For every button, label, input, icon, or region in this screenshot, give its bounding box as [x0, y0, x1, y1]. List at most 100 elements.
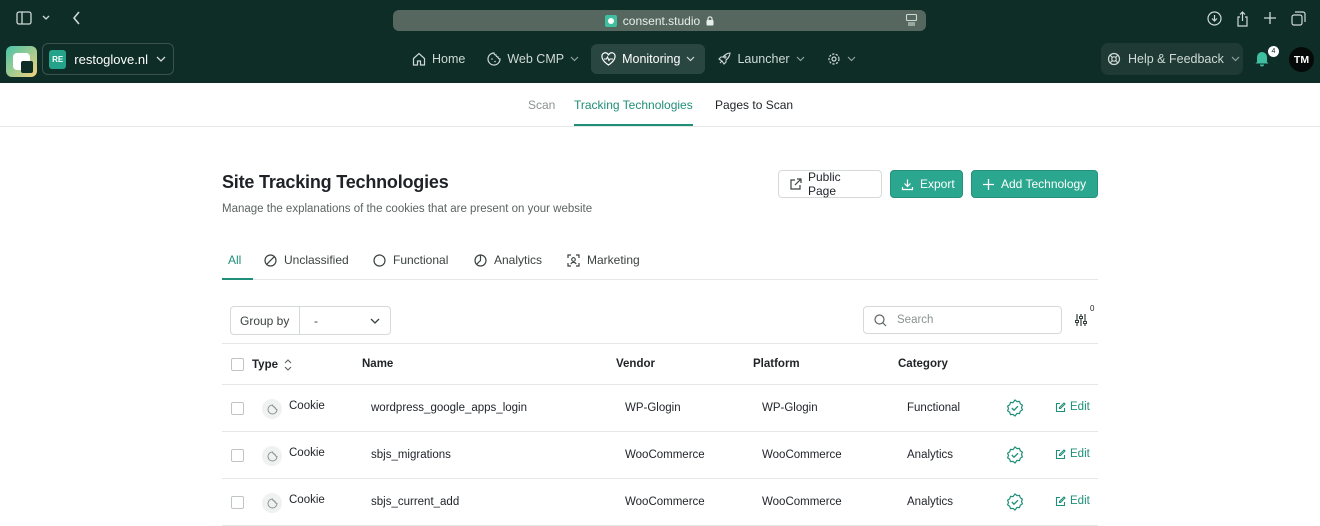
chevron-down-icon	[796, 56, 805, 62]
row-name: sbjs_migrations	[371, 449, 451, 461]
sidebar-toggle-icon[interactable]	[16, 11, 32, 25]
cookie-icon	[262, 493, 282, 513]
export-button[interactable]: Export	[890, 170, 963, 198]
edit-icon	[1055, 401, 1066, 412]
pie-chart-icon	[474, 253, 487, 267]
nav-monitoring[interactable]: Monitoring	[591, 44, 706, 74]
chevron-down-icon[interactable]	[42, 15, 50, 21]
add-technology-label: Add Technology	[1001, 177, 1087, 191]
nav-monitoring-label: Monitoring	[622, 52, 681, 66]
table-row: Cookie sbjs_migrations WooCommerce WooCo…	[222, 432, 1098, 479]
export-label: Export	[920, 177, 955, 191]
public-page-button[interactable]: Public Page	[778, 170, 882, 198]
filter-tab-all[interactable]: All	[221, 253, 255, 280]
nav-launcher-label: Launcher	[737, 52, 790, 66]
cookie-icon	[262, 399, 282, 419]
nav-home[interactable]: Home	[402, 44, 475, 74]
notification-count-badge: 4	[1268, 46, 1279, 57]
group-by-label: Group by	[231, 307, 300, 334]
select-all-checkbox[interactable]	[231, 358, 244, 371]
row-checkbox[interactable]	[231, 449, 244, 462]
page-subtitle: Manage the explanations of the cookies t…	[222, 203, 593, 215]
help-feedback-button[interactable]: Help & Feedback	[1101, 43, 1243, 75]
search-input[interactable]	[897, 314, 1047, 326]
table-row: Cookie wordpress_google_apps_login WP-Gl…	[222, 385, 1098, 432]
filter-tab-analytics[interactable]: Analytics	[474, 253, 542, 267]
circle-icon	[373, 253, 386, 267]
column-platform: Platform	[753, 358, 800, 370]
url-text: consent.studio	[622, 13, 701, 28]
edit-label: Edit	[1070, 495, 1090, 507]
edit-label: Edit	[1070, 401, 1090, 413]
column-vendor: Vendor	[616, 358, 655, 370]
browser-toolbar: consent.studio	[0, 0, 1320, 40]
subtab-pages-to-scan[interactable]: Pages to Scan	[715, 98, 793, 112]
row-category: Analytics	[907, 449, 954, 461]
row-checkbox[interactable]	[231, 496, 244, 509]
row-name: sbjs_current_add	[371, 496, 460, 508]
chevron-down-icon	[847, 56, 856, 62]
new-tab-icon[interactable]	[1263, 11, 1277, 27]
filter-tab-analytics-label: Analytics	[494, 253, 543, 267]
search-icon	[874, 313, 887, 327]
home-icon	[412, 52, 426, 66]
share-icon[interactable]	[1236, 11, 1249, 27]
column-type[interactable]: Type	[252, 358, 292, 372]
app-logo[interactable]	[6, 46, 37, 77]
row-type: Cookie	[289, 400, 325, 412]
scan-face-icon	[567, 253, 580, 267]
nav-web-cmp[interactable]: Web CMP	[477, 44, 589, 74]
heart-pulse-icon	[601, 52, 616, 66]
chevron-down-icon	[570, 56, 579, 62]
filter-settings-icon[interactable]	[1074, 313, 1088, 327]
filter-tab-functional-label: Functional	[393, 253, 449, 267]
filter-tab-marketing[interactable]: Marketing	[567, 253, 640, 267]
back-icon[interactable]	[72, 11, 81, 25]
sort-icon	[284, 358, 292, 372]
filter-tab-unclassified[interactable]: Unclassified	[264, 253, 349, 267]
verified-badge-icon	[1006, 446, 1024, 464]
tab-overview-icon[interactable]	[1291, 11, 1306, 27]
download-icon[interactable]	[1207, 11, 1222, 27]
monitoring-subtabs: Scan Tracking Technologies Pages to Scan	[0, 83, 1320, 127]
edit-button[interactable]: Edit	[1055, 401, 1090, 413]
filter-tab-unclassified-label: Unclassified	[284, 253, 349, 267]
group-by-value: -	[314, 313, 318, 328]
app-navbar: RE restoglove.nl Home Web CMP Monitoring…	[0, 40, 1320, 83]
column-name: Name	[362, 358, 394, 370]
page-title: Site Tracking Technologies	[222, 172, 449, 192]
edit-label: Edit	[1070, 448, 1090, 460]
group-by-select[interactable]: Group by -	[230, 306, 391, 335]
row-vendor: WooCommerce	[625, 496, 705, 508]
public-page-label: Public Page	[808, 170, 841, 198]
row-checkbox[interactable]	[231, 402, 244, 415]
row-type: Cookie	[289, 447, 325, 459]
filter-tab-functional[interactable]: Functional	[373, 253, 448, 267]
site-selector[interactable]: RE restoglove.nl	[42, 43, 174, 75]
subtab-scan[interactable]: Scan	[528, 98, 555, 112]
avatar[interactable]: TM	[1289, 47, 1314, 72]
edit-button[interactable]: Edit	[1055, 448, 1090, 460]
filter-tab-all-label: All	[228, 253, 242, 267]
chevron-down-icon	[156, 56, 166, 62]
row-category: Functional	[907, 402, 961, 414]
external-link-icon	[789, 177, 802, 191]
row-type: Cookie	[289, 494, 325, 506]
reader-icon[interactable]	[905, 13, 918, 26]
site-favicon-icon	[604, 14, 617, 27]
edit-button[interactable]: Edit	[1055, 495, 1090, 507]
cookie-icon	[262, 446, 282, 466]
gear-icon	[827, 52, 841, 66]
nav-settings[interactable]	[817, 44, 866, 74]
plus-icon	[982, 178, 995, 191]
address-bar[interactable]: consent.studio	[393, 10, 926, 31]
help-feedback-label: Help & Feedback	[1128, 52, 1224, 66]
add-technology-button[interactable]: Add Technology	[971, 170, 1098, 198]
nav-launcher[interactable]: Launcher	[707, 44, 814, 74]
chevron-down-icon	[370, 318, 380, 324]
chevron-down-icon	[1231, 56, 1240, 62]
site-badge: RE	[49, 49, 67, 69]
subtab-tracking-technologies[interactable]: Tracking Technologies	[574, 98, 693, 126]
filter-tab-marketing-label: Marketing	[587, 253, 640, 267]
filter-count-badge: 0	[1090, 304, 1095, 313]
